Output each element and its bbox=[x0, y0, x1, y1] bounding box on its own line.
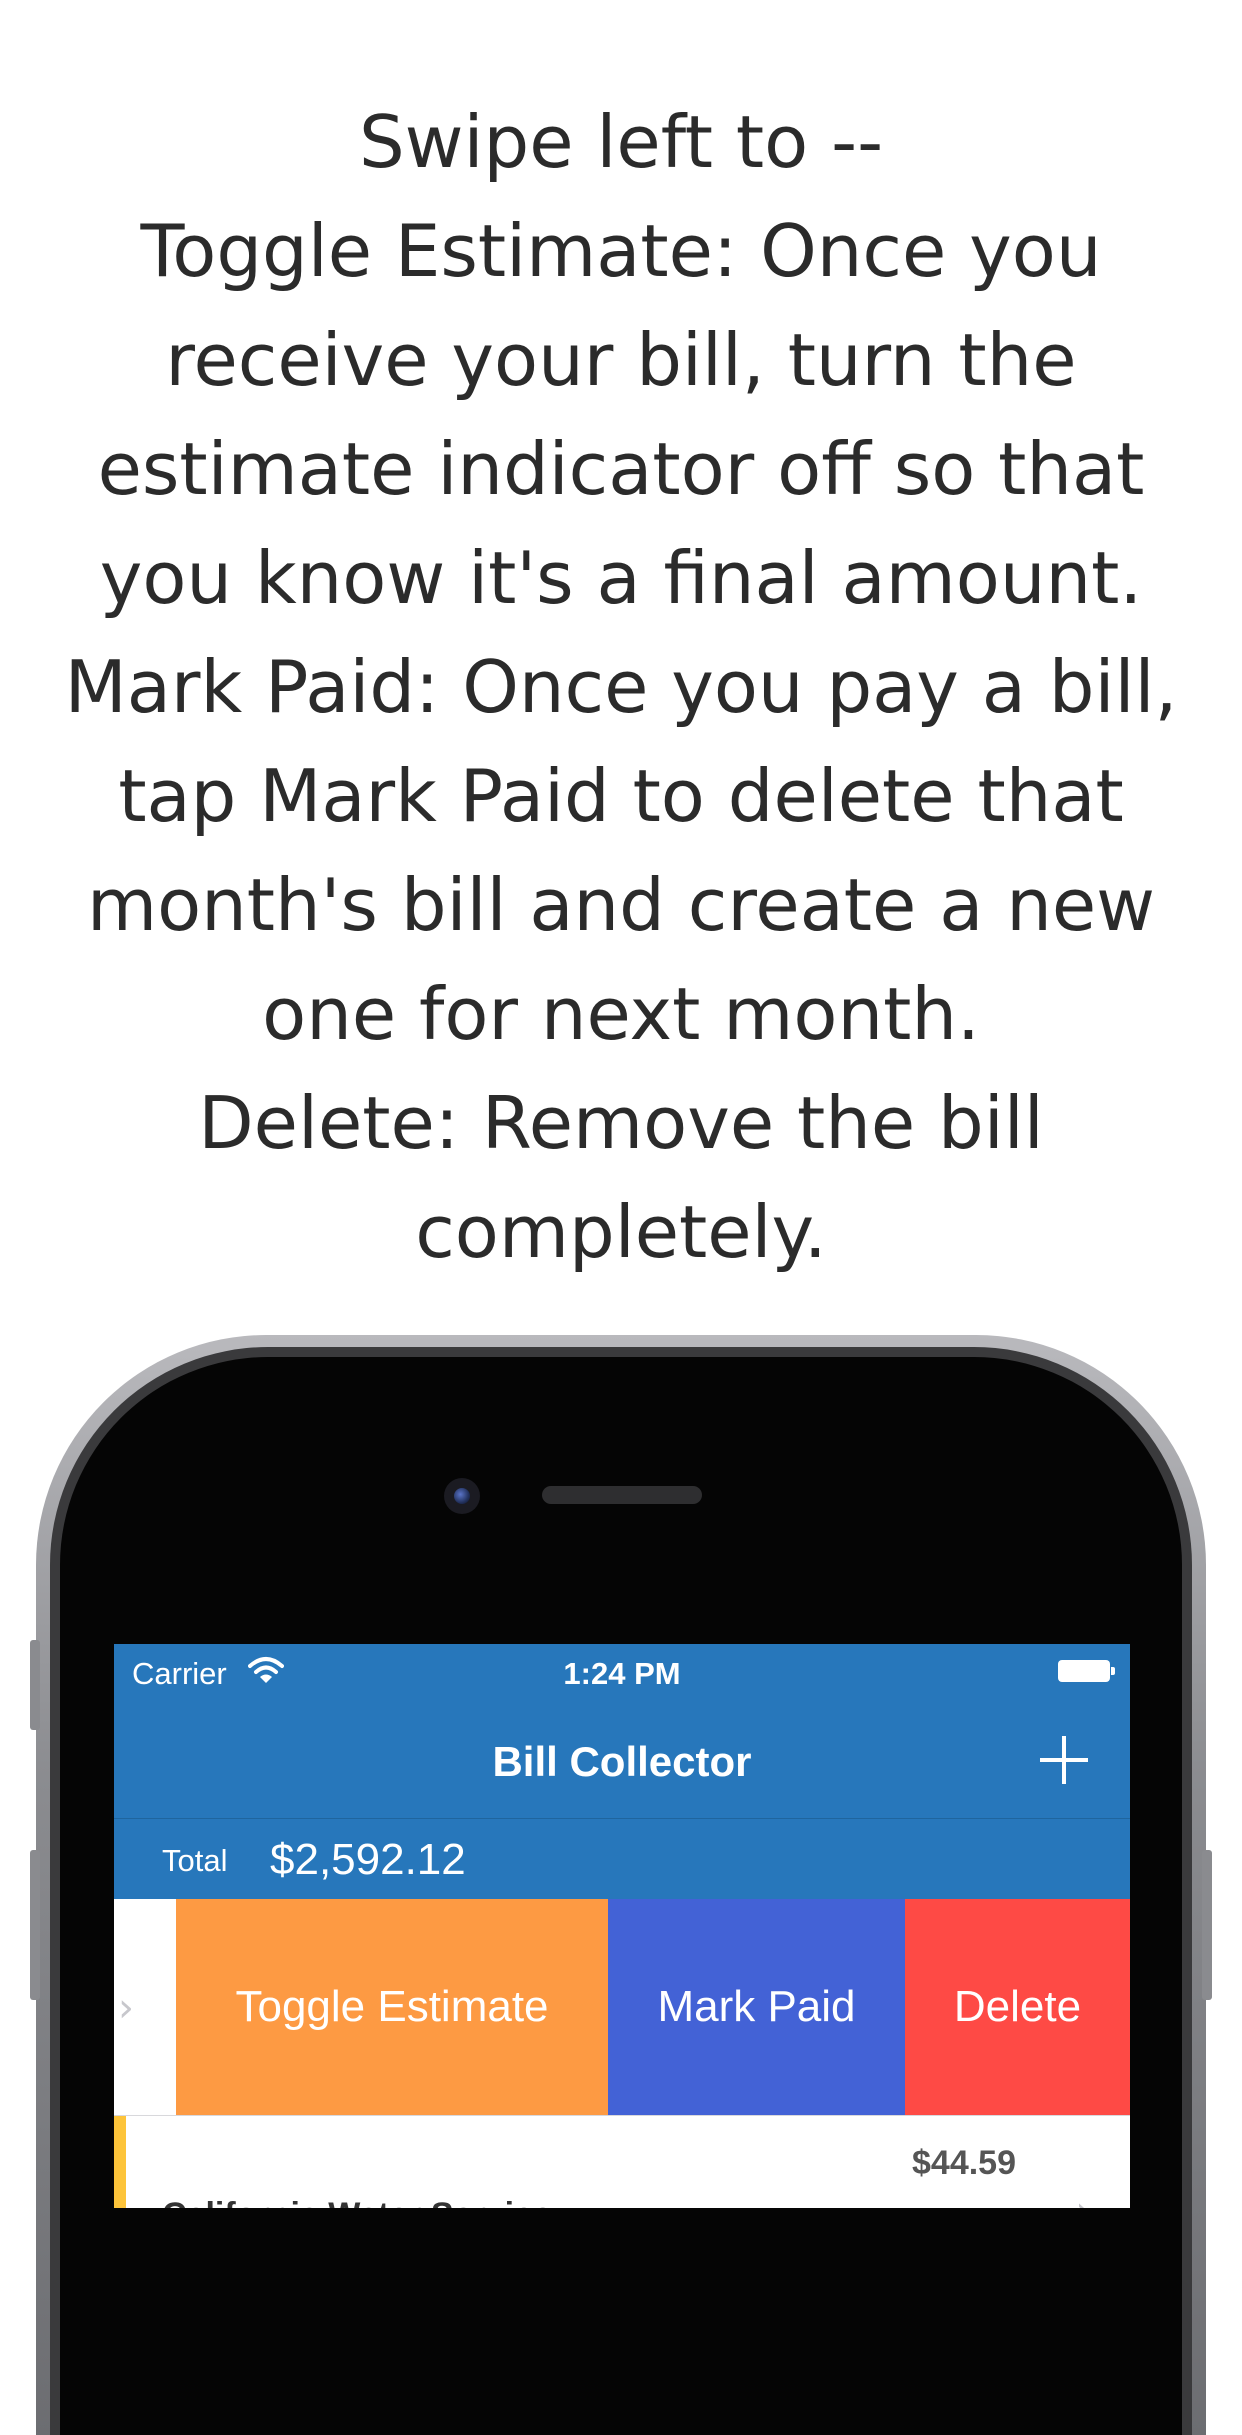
caption-line: Toggle Estimate: Once you bbox=[140, 209, 1102, 293]
status-time: 1:24 PM bbox=[563, 1656, 681, 1691]
row-content-peek[interactable]: › bbox=[114, 1899, 176, 2115]
bill-name: California Water Service bbox=[162, 2196, 552, 2208]
chevron-right-icon: › bbox=[118, 1985, 134, 2031]
chevron-right-icon: › bbox=[1076, 2190, 1090, 2208]
caption-line: Mark Paid: Once you pay a bill, bbox=[64, 645, 1178, 729]
instruction-caption: Swipe left to -- Toggle Estimate: Once y… bbox=[40, 88, 1202, 1287]
power-button bbox=[1202, 1850, 1212, 2000]
toggle-estimate-button[interactable]: Toggle Estimate bbox=[176, 1899, 608, 2115]
battery-icon bbox=[1058, 1660, 1115, 1682]
caption-line: receive your bill, turn the bbox=[165, 318, 1077, 402]
swiped-bill-row[interactable]: › Toggle Estimate Mark Paid Delete bbox=[114, 1899, 1130, 2115]
status-bar: Carrier 1:24 PM bbox=[114, 1644, 1130, 1700]
camera-lens bbox=[454, 1488, 470, 1504]
caption-line: Swipe left to -- bbox=[358, 100, 884, 184]
delete-button[interactable]: Delete bbox=[905, 1899, 1130, 2115]
caption-line: tap Mark Paid to delete that bbox=[118, 754, 1124, 838]
add-bill-button[interactable] bbox=[1036, 1732, 1092, 1788]
page-title: Bill Collector bbox=[492, 1738, 752, 1785]
bill-row[interactable]: $44.59 California Water Service › bbox=[114, 2115, 1130, 2208]
caption-line: month's bill and create a new bbox=[86, 863, 1156, 947]
caption-line: completely. bbox=[415, 1190, 827, 1274]
estimate-indicator bbox=[114, 2116, 126, 2208]
front-camera-icon bbox=[444, 1478, 480, 1514]
caption-line: you know it's a final amount. bbox=[99, 536, 1143, 620]
total-value: $2,592.12 bbox=[270, 1835, 466, 1884]
app-screen: Carrier 1:24 PM Bill Collector Total $2,… bbox=[114, 1644, 1130, 2208]
total-label: Total bbox=[162, 1843, 228, 1878]
earpiece-speaker bbox=[542, 1486, 702, 1504]
bill-amount: $44.59 bbox=[912, 2144, 1016, 2182]
volume-down-button bbox=[30, 1850, 40, 2000]
navigation-bar: Bill Collector bbox=[114, 1700, 1130, 1819]
mark-paid-button[interactable]: Mark Paid bbox=[608, 1899, 905, 2115]
caption-line: one for next month. bbox=[262, 972, 980, 1056]
caption-line: Delete: Remove the bill bbox=[198, 1081, 1044, 1165]
caption-line: estimate indicator off so that bbox=[97, 427, 1145, 511]
total-bar: Total $2,592.12 bbox=[114, 1819, 1130, 1899]
volume-up-button bbox=[30, 1640, 40, 1730]
